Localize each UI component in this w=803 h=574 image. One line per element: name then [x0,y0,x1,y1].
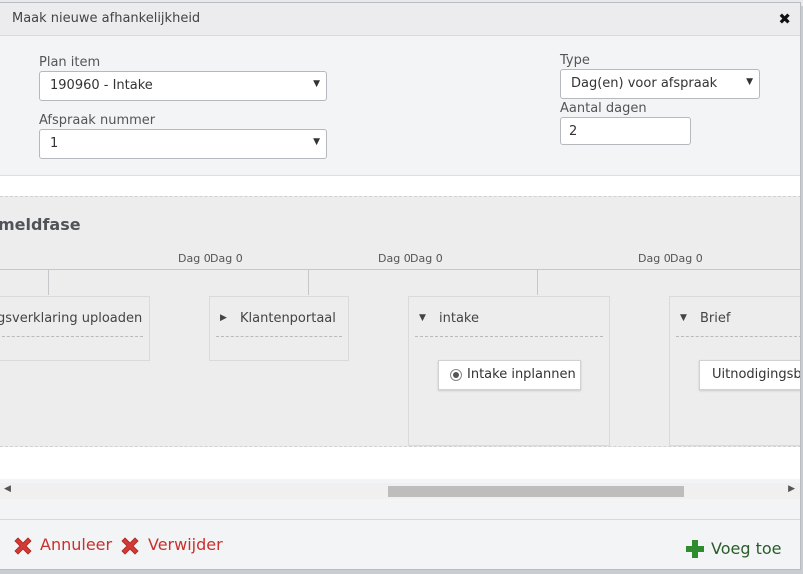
dag-label: Dag 0 [378,252,411,265]
afspraak-nummer-select[interactable]: 1 ▼ [39,129,327,159]
phase-lane: meldfase Dag 0 Dag 0 Dag 0 Dag 0 Dag 0 D… [0,196,801,447]
x-icon [121,537,139,555]
aantal-dagen-input[interactable] [560,117,691,145]
dependency-canvas: meldfase Dag 0 Dag 0 Dag 0 Dag 0 Dag 0 D… [0,175,801,499]
cancel-label: Annuleer [40,535,113,554]
scrollbar-thumb[interactable] [388,486,684,497]
horizontal-scrollbar[interactable]: ◀ ▶ [0,483,800,499]
aantal-dagen-label: Aantal dagen [560,101,647,116]
connector-drop [537,269,538,295]
afspraak-nummer-value: 1 [50,136,59,151]
plan-item-value: 190960 - Intake [50,78,153,93]
plan-item-label: Plan item [39,55,101,70]
column-title: gsverklaring uploaden [0,311,143,326]
afspraak-nummer-label: Afspraak nummer [39,113,156,128]
delete-button[interactable]: Verwijder [118,534,228,560]
column-header[interactable]: ▶ Klantenportaal [216,311,342,337]
caret-down-icon[interactable]: ▼ [680,313,687,323]
card-label: Uitnodigingsbrief [712,367,801,382]
type-value: Dag(en) voor afspraak [571,76,718,91]
scroll-right-icon[interactable]: ▶ [788,484,795,494]
form-area: Plan item 190960 - Intake ▼ Afspraak num… [0,37,800,174]
dependency-dialog: Maak nieuwe afhankelijkheid ✖ Plan item … [0,2,801,570]
cancel-button[interactable]: Annuleer [11,534,113,560]
caret-down-icon: ▼ [313,79,320,89]
close-icon[interactable]: ✖ [778,10,791,28]
caret-down-icon: ▼ [313,137,320,147]
caret-down-icon[interactable]: ▼ [419,313,426,323]
plan-column[interactable]: ▼ Brief Uitnodigingsbrief [669,296,801,446]
dialog-title: Maak nieuwe afhankelijkheid [12,11,201,26]
column-header[interactable]: ▼ Brief [676,311,800,337]
plus-icon [686,540,704,558]
dag-label: Dag 0 [210,252,243,265]
add-button[interactable]: Voeg toe [684,538,784,564]
delete-label: Verwijder [148,535,223,554]
dag-label: Dag 0 [410,252,443,265]
plan-item-select[interactable]: 190960 - Intake ▼ [39,71,327,101]
connector-drop [308,269,309,295]
add-label: Voeg toe [711,539,782,558]
type-select[interactable]: Dag(en) voor afspraak ▼ [560,69,760,99]
x-icon [14,537,32,555]
phase-title: meldfase [0,215,81,234]
dag-label: Dag 0 [670,252,703,265]
radio-selected-icon[interactable] [450,369,462,381]
dag-label: Dag 0 [638,252,671,265]
column-header[interactable]: ▼ intake [415,311,603,337]
plan-item-card[interactable]: Uitnodigingsbrief [699,360,801,390]
type-label: Type [560,53,590,68]
scroll-left-icon[interactable]: ◀ [4,484,11,494]
card-label: Intake inplannen [467,367,576,382]
column-title: Brief [700,311,731,326]
plan-column[interactable]: gsverklaring uploaden [0,296,150,361]
column-header[interactable]: gsverklaring uploaden [0,311,143,337]
column-title: intake [439,311,479,326]
caret-right-icon[interactable]: ▶ [220,313,227,323]
dialog-header: Maak nieuwe afhankelijkheid ✖ [0,3,800,36]
plan-item-card[interactable]: Intake inplannen [438,360,581,390]
plan-column[interactable]: ▼ intake Intake inplannen [408,296,610,446]
dialog-footer: Annuleer Verwijder Voeg toe [0,519,800,569]
column-title: Klantenportaal [240,311,336,326]
plan-column[interactable]: ▶ Klantenportaal [209,296,349,361]
connector-drop [48,269,49,295]
caret-down-icon: ▼ [746,77,753,87]
dag-label: Dag 0 [178,252,211,265]
timeline-connector [0,269,800,270]
